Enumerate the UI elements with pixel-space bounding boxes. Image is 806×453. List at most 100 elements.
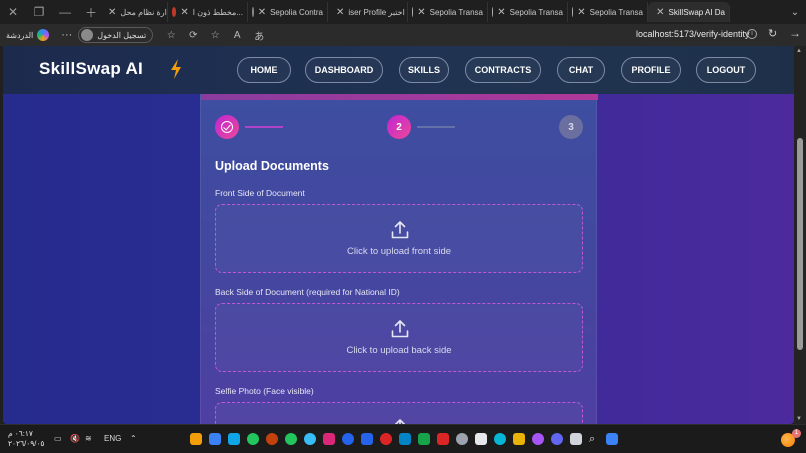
copilot-chat-label: الدردشة	[6, 30, 34, 40]
browser-tab-active[interactable]: ✕ SkillSwap AI Da	[648, 2, 730, 22]
windows-start-icon[interactable]	[606, 433, 618, 445]
media-app-icon[interactable]	[380, 433, 392, 445]
page-viewport: SkillSwap AI HOME DASHBOARD SKILLS CONTR…	[3, 46, 794, 424]
reload-icon[interactable]: ↻	[768, 27, 777, 40]
vscode-app-icon[interactable]	[228, 433, 240, 445]
tab-actions-chevron-icon[interactable]: ⌄	[786, 3, 804, 21]
front-side-upload-dropzone[interactable]: Click to upload front side	[215, 204, 583, 273]
restore-window-icon[interactable]: ❐	[26, 0, 52, 24]
nav-skills-button[interactable]: SKILLS	[399, 57, 449, 83]
scroll-up-arrow-icon[interactable]: ▲	[796, 48, 802, 54]
telegram-app-icon[interactable]	[304, 433, 316, 445]
bluestacks-app-icon[interactable]	[399, 433, 411, 445]
nav-dashboard-button[interactable]: DASHBOARD	[305, 57, 383, 83]
close-tab-icon[interactable]: ✕	[577, 7, 585, 18]
card-accent-bar	[201, 94, 598, 100]
copilot-chat-button[interactable]: الدردشة	[6, 29, 50, 41]
nav-logout-button[interactable]: LOGOUT	[696, 57, 756, 83]
selfie-photo-label: Selfie Photo (Face visible)	[215, 386, 314, 396]
scrollbar-thumb[interactable]	[797, 138, 803, 350]
notification-badge[interactable]: 1	[792, 429, 801, 438]
step-3-pending: 3	[559, 115, 583, 139]
browser-tab[interactable]: ✕ Sepolia Transa	[408, 2, 488, 22]
front-side-upload-prompt: Click to upload front side	[346, 246, 452, 257]
back-side-upload-prompt: Click to upload back side	[346, 345, 452, 356]
show-hidden-icons-chevron-icon[interactable]: ⌃	[130, 434, 137, 443]
taskbar-clock[interactable]: ٠٦:١٧ م ٢٠٢٦/٠٩/٠٥	[8, 429, 44, 449]
chrome-app-icon[interactable]	[247, 433, 259, 445]
close-window-icon[interactable]: ✕	[0, 0, 26, 24]
upload-icon	[391, 320, 409, 338]
refresh-extension-icon[interactable]: ⟳	[187, 30, 199, 41]
more-options-icon[interactable]: ···	[61, 29, 72, 41]
selfie-upload-dropzone[interactable]	[215, 402, 583, 424]
tab-title: مخطط ذون ا...	[192, 7, 243, 17]
battery-icon[interactable]: ▭	[54, 434, 62, 443]
whatsapp-app-icon[interactable]	[285, 433, 297, 445]
etherscan-icon	[492, 7, 494, 17]
read-aloud-icon[interactable]: A	[231, 30, 243, 41]
browser-tab-strip: ✕ ❐ — ＋ ✕ إدارة نظام محل ✕ مخطط ذون ا...…	[0, 0, 806, 24]
close-tab-icon[interactable]: ✕	[180, 7, 188, 18]
browser-tab[interactable]: ✕ إدارة نظام محل	[104, 2, 168, 22]
brand-logo-text[interactable]: SkillSwap AI	[39, 59, 143, 79]
sign-in-button[interactable]: تسجيل الدخول	[78, 27, 154, 43]
copilot-taskbar-icon[interactable]	[190, 433, 202, 445]
back-side-upload-dropzone[interactable]: Click to upload back side	[215, 303, 583, 372]
address-bar-url[interactable]: localhost:5173/verify-identity	[636, 29, 750, 39]
search-icon[interactable]: ⌕	[589, 433, 601, 445]
check-circle-icon	[221, 121, 233, 133]
close-tab-icon[interactable]: ✕	[258, 7, 266, 18]
favicon-icon	[172, 7, 177, 17]
browser-tab[interactable]: ✕ Sepolia Contra	[248, 2, 328, 22]
excel-app-icon[interactable]	[418, 433, 430, 445]
wifi-icon[interactable]: ≋	[85, 434, 92, 443]
copilot-app-icon[interactable]	[532, 433, 544, 445]
windows-taskbar: ٠٦:١٧ م ٢٠٢٦/٠٩/٠٥ ▭ 🔇 ≋ ENG ⌃ ⌕ 1	[0, 424, 806, 453]
close-tab-icon[interactable]: ✕	[656, 7, 664, 18]
translate-icon[interactable]: あ	[253, 28, 265, 43]
copilot-icon	[37, 29, 50, 41]
edge-app-icon[interactable]	[494, 433, 506, 445]
page-scrollbar[interactable]: ▲ ▼	[794, 46, 806, 424]
volume-muted-icon[interactable]: 🔇	[70, 434, 80, 443]
store-app-icon[interactable]	[361, 433, 373, 445]
verify-identity-card: 2 3 Upload Documents Front Side of Docum…	[200, 94, 598, 424]
favorite-star-icon[interactable]: ☆	[209, 30, 221, 41]
forward-arrow-icon[interactable]: →	[789, 26, 801, 40]
close-tab-icon[interactable]: ✕	[417, 7, 425, 18]
browser-tab[interactable]: ✕ iser Profile اختبر	[328, 2, 408, 22]
step-2-current: 2	[387, 115, 411, 139]
notepad-app-icon[interactable]	[209, 433, 221, 445]
scroll-down-arrow-icon[interactable]: ▼	[796, 416, 802, 422]
front-side-label: Front Side of Document	[215, 188, 305, 198]
browser-tab[interactable]: ✕ مخطط ذون ا...	[168, 2, 248, 22]
tab-title: SkillSwap AI Da	[668, 7, 725, 17]
postman-app-icon[interactable]	[266, 433, 278, 445]
lightning-bolt-icon	[171, 59, 181, 79]
nav-chat-button[interactable]: CHAT	[557, 57, 605, 83]
nav-profile-button[interactable]: PROFILE	[621, 57, 681, 83]
new-tab-icon[interactable]: ＋	[78, 0, 104, 24]
tab-title: iser Profile اختبر	[348, 7, 405, 17]
close-tab-icon[interactable]: ✕	[336, 7, 344, 18]
minimize-window-icon[interactable]: —	[52, 0, 78, 24]
settings-app-icon[interactable]	[456, 433, 468, 445]
nav-home-button[interactable]: HOME	[237, 57, 291, 83]
browser-app-icon[interactable]	[551, 433, 563, 445]
browser-tab[interactable]: ✕ Sepolia Transa	[488, 2, 568, 22]
browser-tab[interactable]: ✕ Sepolia Transa	[568, 2, 648, 22]
task-view-icon[interactable]	[570, 433, 582, 445]
close-tab-icon[interactable]: ✕	[108, 7, 116, 18]
notepad2-app-icon[interactable]	[475, 433, 487, 445]
acrobat-app-icon[interactable]	[437, 433, 449, 445]
close-tab-icon[interactable]: ✕	[497, 7, 505, 18]
file-explorer-app-icon[interactable]	[513, 433, 525, 445]
instagram-app-icon[interactable]	[323, 433, 335, 445]
nav-contracts-button[interactable]: CONTRACTS	[465, 57, 541, 83]
site-info-icon[interactable]: i	[747, 29, 757, 39]
favorites-collection-icon[interactable]: ☆	[165, 30, 177, 41]
facebook-app-icon[interactable]	[342, 433, 354, 445]
language-indicator[interactable]: ENG	[104, 434, 121, 443]
step-connector	[417, 126, 455, 128]
